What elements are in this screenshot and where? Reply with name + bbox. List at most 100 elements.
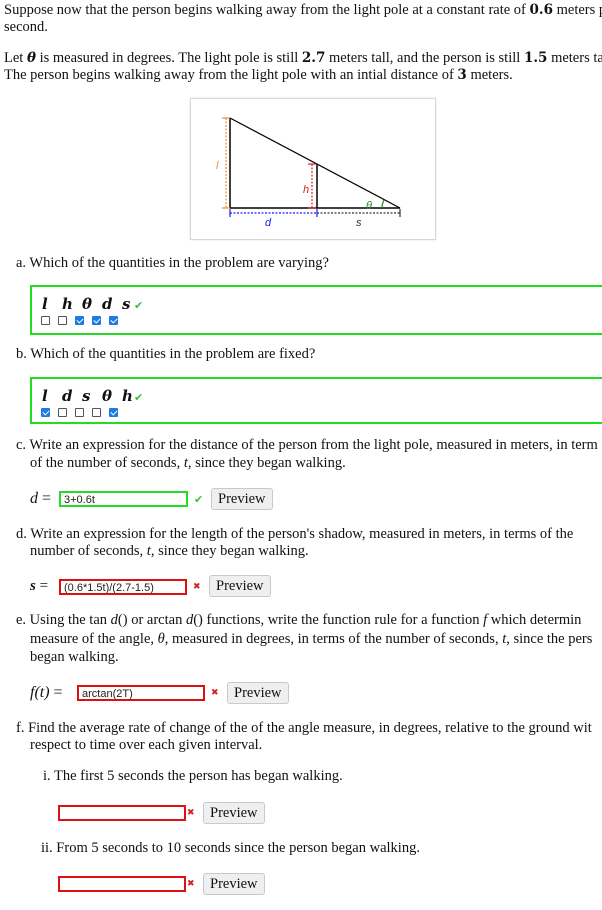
intro-text: Let [4, 50, 27, 66]
rate-value: 0.6 [529, 2, 554, 18]
question-text: which determin [487, 612, 582, 628]
checkbox-theta[interactable] [92, 408, 101, 417]
preview-button-e[interactable]: Preview [227, 682, 289, 704]
correct-check-icon: ✔ [134, 299, 144, 312]
distance-answer-input[interactable]: 3+0.6t [59, 491, 188, 507]
question-text: e. Using the [16, 612, 90, 628]
diagram-svg: l h θ d s [216, 117, 401, 229]
function-lhs: f(t) [30, 684, 50, 701]
preview-button-c[interactable]: Preview [211, 488, 273, 510]
checkbox-s[interactable] [109, 316, 118, 325]
checkbox-h[interactable] [58, 316, 67, 325]
checkbox-h[interactable] [109, 408, 118, 417]
angle-function-input[interactable]: arctan(2T) [77, 685, 205, 701]
var-d: d [110, 612, 118, 628]
question-text: , measured in degrees, in terms of the n… [164, 631, 503, 647]
checkbox-s[interactable] [75, 408, 84, 417]
var-d: d [30, 490, 38, 507]
light-pole-diagram: l h θ d s [190, 98, 436, 240]
intro-text: Suppose now that the person begins walki… [4, 2, 530, 18]
question-c-line-2: of the number of seconds, t, since they … [30, 455, 346, 472]
var-theta: θ [157, 631, 165, 647]
question-text: or [127, 612, 147, 628]
varying-option-labels: l h θ d s ✔ [42, 295, 143, 313]
question-b: b. Which of the quantities in the proble… [16, 346, 316, 362]
label-d: d [265, 217, 272, 229]
option-label: h [122, 387, 133, 405]
intro-text: meters p [553, 2, 602, 18]
option-label: l [42, 387, 48, 405]
question-f-line-2: respect to time over each given interval… [30, 737, 263, 753]
checkbox-d[interactable] [92, 316, 101, 325]
equals-sign: = [42, 490, 52, 507]
intro-line-1: Suppose now that the person begins walki… [4, 2, 602, 19]
question-f-i: i. The first 5 seconds the person has be… [43, 768, 343, 784]
question-d-line-1: d. Write an expression for the length of… [16, 526, 574, 542]
intro-text: meters tal [547, 50, 602, 66]
option-label: θ [82, 295, 93, 313]
question-text: , since they began walking. [187, 455, 346, 471]
incorrect-x-icon: ✖ [187, 879, 195, 889]
intro-text: meters. [466, 67, 513, 83]
tan-function: tan [89, 612, 108, 628]
incorrect-x-icon: ✖ [187, 808, 195, 818]
question-text: measure of the angle, [30, 631, 158, 647]
checkbox-theta[interactable] [75, 316, 84, 325]
label-l: l [216, 160, 219, 172]
incorrect-x-icon: ✖ [193, 582, 201, 592]
option-label: h [62, 295, 73, 313]
question-text: of the number of seconds, [30, 455, 184, 471]
label-s: s [356, 217, 362, 229]
question-e-line-2: measure of the angle, θ, measured in deg… [30, 631, 592, 648]
option-label: s [82, 387, 91, 405]
question-c-line-1: c. Write an expression for the distance … [16, 437, 598, 453]
theta-symbol: θ [26, 50, 36, 66]
arctan-function: arctan [146, 612, 183, 628]
preview-button-f-ii[interactable]: Preview [203, 873, 265, 895]
question-a: a. Which of the quantities in the proble… [16, 255, 329, 271]
preview-button-f-i[interactable]: Preview [203, 802, 265, 824]
s-label: s = [30, 578, 48, 595]
checkbox-l[interactable] [41, 408, 50, 417]
question-e-line-3: began walking. [30, 649, 119, 665]
checkbox-d[interactable] [58, 408, 67, 417]
initial-distance-value: 3 [457, 67, 467, 83]
correct-check-icon: ✔ [194, 493, 204, 506]
shadow-answer-input[interactable]: (0.6*1.5t)/(2.7-1.5) [59, 579, 187, 595]
light-ray-line [229, 117, 401, 209]
intro-text: meters tall, and the person is still [325, 50, 524, 66]
option-label: s [122, 295, 131, 313]
d-label: d = [30, 490, 51, 508]
label-h: h [303, 184, 309, 196]
intro-text: The person begins walking away from the … [4, 67, 458, 83]
correct-check-icon: ✔ [134, 391, 144, 404]
question-f-ii: ii. From 5 seconds to 10 seconds since t… [41, 840, 420, 856]
var-s: s [30, 578, 36, 594]
question-text: functions, write the function rule for a… [202, 612, 484, 628]
question-text: , since the pers [506, 631, 593, 647]
intro-line-3: Let θ is measured in degrees. The light … [4, 50, 602, 67]
option-label: d [102, 295, 113, 313]
option-label: θ [102, 387, 113, 405]
intro-line-2: second. [4, 19, 48, 35]
parens: () [117, 612, 128, 628]
rate-first-5s-input[interactable] [58, 805, 186, 821]
option-label: d [62, 387, 73, 405]
equals-sign: = [39, 578, 49, 594]
question-d-line-2: number of seconds, t, since they began w… [30, 543, 309, 560]
theta-arc [381, 199, 385, 209]
parens: () [193, 612, 203, 628]
question-f-line-1: f. Find the average rate of change of th… [16, 720, 592, 736]
fixed-option-labels: l d s θ h✔ [42, 387, 143, 405]
intro-line-4: The person begins walking away from the … [4, 67, 513, 84]
varying-answer-box: l h θ d s ✔ [30, 285, 602, 335]
fixed-answer-box: l d s θ h✔ [30, 377, 602, 424]
rate-5-to-10s-input[interactable] [58, 876, 186, 892]
preview-button-d[interactable]: Preview [209, 575, 271, 597]
checkbox-l[interactable] [41, 316, 50, 325]
option-label: l [42, 295, 48, 313]
person-height-value: 1.5 [523, 50, 548, 66]
pole-height-value: 2.7 [301, 50, 326, 66]
intro-text: is measured in degrees. The light pole i… [35, 50, 302, 66]
question-text: number of seconds, [30, 543, 147, 559]
